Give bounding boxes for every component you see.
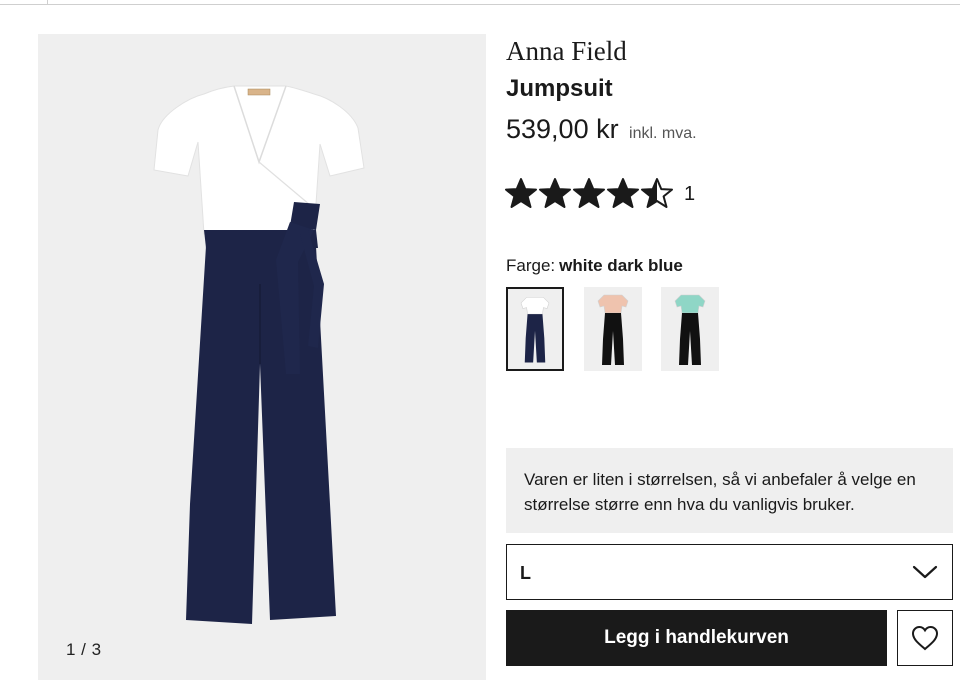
star-icon: [539, 178, 571, 208]
rating-count: 1: [684, 182, 696, 205]
top-divider-tick: [47, 0, 48, 5]
color-swatch[interactable]: [584, 287, 642, 371]
wishlist-button[interactable]: [897, 610, 953, 666]
product-gallery[interactable]: 1 / 3: [38, 34, 486, 680]
swatch-thumbnail: [520, 297, 550, 363]
heart-icon: [911, 625, 939, 651]
swatch-thumbnail: [674, 294, 706, 365]
product-name: Jumpsuit: [506, 75, 613, 102]
brand-name[interactable]: Anna Field: [506, 36, 627, 67]
size-advice: Varen er liten i størrelsen, så vi anbef…: [506, 448, 953, 533]
star-icon: [573, 178, 605, 208]
size-select-value: L: [520, 563, 531, 583]
color-swatch[interactable]: [661, 287, 719, 371]
star-icon: [505, 178, 537, 208]
product-price: 539,00 kr: [506, 114, 619, 144]
color-label: Farge:: [506, 256, 556, 275]
color-label-row: Farge: white dark blue: [506, 256, 683, 276]
rating-stars: [504, 177, 674, 211]
vat-note: inkl. mva.: [629, 125, 697, 142]
price-row: 539,00 kr inkl. mva.: [506, 114, 697, 145]
swatch-thumbnail: [597, 294, 629, 365]
star-half-icon: [641, 178, 673, 208]
color-swatch[interactable]: [506, 287, 564, 371]
top-divider: [0, 4, 960, 5]
image-counter: 1 / 3: [66, 640, 102, 659]
chevron-down-icon: [912, 565, 938, 579]
color-value: white dark blue: [559, 256, 683, 275]
size-select[interactable]: L: [506, 544, 953, 600]
rating[interactable]: 1: [504, 176, 695, 212]
add-to-cart-button[interactable]: Legg i handlekurven: [506, 610, 887, 666]
product-image: [153, 85, 365, 624]
star-icon: [607, 178, 639, 208]
